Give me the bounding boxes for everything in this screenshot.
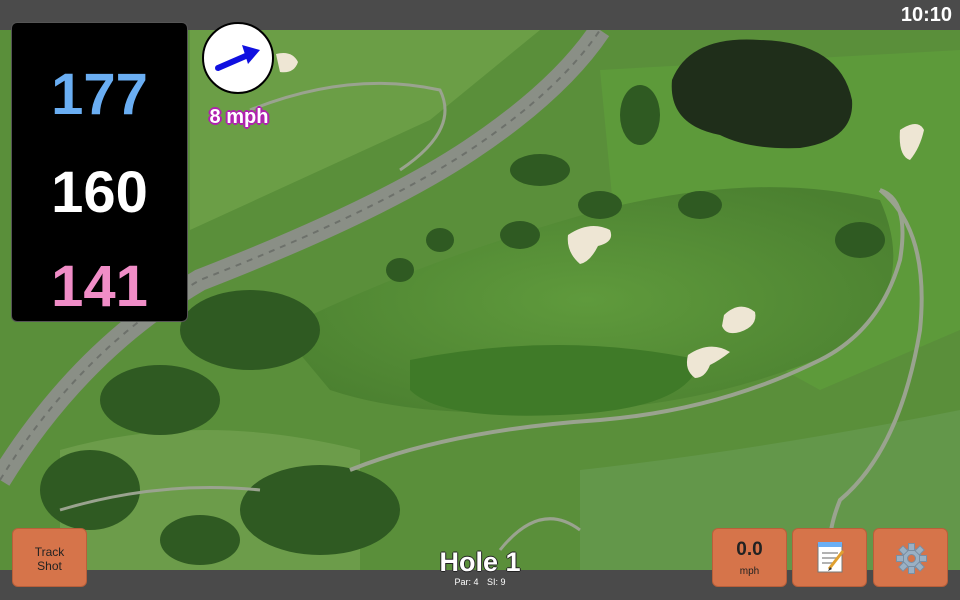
notepad-icon	[817, 542, 845, 573]
hole-stroke-index: SI: 9	[487, 577, 506, 587]
gear-icon	[896, 543, 927, 574]
hole-info: Par: 4 SI: 9	[380, 577, 580, 587]
notes-button[interactable]	[792, 528, 867, 587]
hole-par: Par: 4	[454, 577, 479, 587]
middle-distance: 160	[51, 160, 148, 225]
hole-title: Hole 1	[439, 547, 521, 577]
distance-panel: 177 160 141	[11, 22, 188, 322]
wind-indicator[interactable]	[202, 22, 274, 94]
track-shot-label-line2: Shot	[37, 559, 62, 573]
back-distance: 177	[51, 62, 148, 127]
track-shot-label-line1: Track	[34, 545, 65, 559]
wind-speed: 8 mph	[209, 106, 269, 128]
speed-button[interactable]: 0.0 mph	[712, 528, 787, 587]
settings-button[interactable]	[873, 528, 948, 587]
front-distance: 141	[51, 254, 148, 319]
track-shot-button[interactable]: Track Shot	[12, 528, 87, 587]
clock: 10:10	[900, 4, 952, 26]
speed-unit: mph	[739, 566, 760, 577]
arrow-right-up-icon	[215, 45, 260, 71]
speed-value: 0.0	[736, 539, 763, 560]
